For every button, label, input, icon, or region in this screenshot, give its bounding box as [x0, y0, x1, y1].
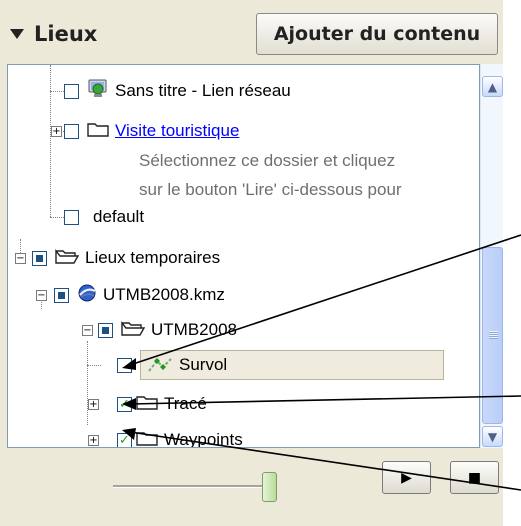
playback-bar: ▶ ■ — [0, 448, 503, 526]
slider-thumb[interactable] — [262, 472, 277, 502]
tree-item-label: UTMB2008.kmz — [103, 285, 225, 304]
scroll-grip — [489, 331, 498, 339]
tree-line — [50, 91, 64, 92]
folder-icon — [136, 430, 158, 447]
folder-icon — [136, 394, 158, 414]
open-folder-icon — [121, 320, 146, 340]
tree-item-label: Tracé — [164, 394, 207, 413]
checkbox[interactable] — [117, 357, 132, 373]
stop-icon: ■ — [467, 469, 482, 486]
tree-item-default[interactable]: default — [64, 202, 144, 232]
collapse-icon[interactable]: − — [82, 325, 93, 336]
checkbox[interactable] — [64, 123, 79, 139]
chevron-down-icon: ▼ — [487, 429, 498, 444]
add-content-label: Ajouter du contenu — [273, 23, 481, 45]
tree-line — [87, 365, 101, 366]
add-content-button[interactable]: Ajouter du contenu — [256, 13, 498, 55]
tree-item-label: Lieux temporaires — [85, 248, 221, 267]
tree-item-utmb2008-kmz[interactable]: UTMB2008.kmz — [54, 280, 225, 310]
panel-header: Lieux Ajouter du contenu — [0, 0, 503, 64]
tree-item-waypoints[interactable]: ✓ Waypoints — [117, 425, 243, 448]
places-tree[interactable]: Sans titre - Lien réseau + Visite touris… — [7, 64, 480, 448]
play-button[interactable]: ▶ — [382, 461, 431, 494]
tour-icon — [147, 355, 173, 375]
tree-item-visite-touristique[interactable]: Visite touristique — [64, 116, 239, 146]
checkbox[interactable] — [54, 287, 69, 303]
network-link-icon — [87, 79, 109, 103]
tree-item-label: UTMB2008 — [151, 320, 237, 339]
checkbox[interactable] — [98, 322, 113, 338]
tree-item-label[interactable]: Visite touristique — [115, 121, 239, 141]
selected-highlight: Survol — [140, 350, 444, 380]
expand-icon[interactable]: + — [88, 399, 99, 410]
scroll-thumb[interactable] — [482, 247, 503, 424]
checkbox[interactable]: ✓ — [117, 432, 132, 447]
scroll-up-button[interactable]: ▲ — [482, 76, 503, 97]
places-panel: Lieux Ajouter du contenu Sans titre - Li… — [0, 0, 503, 526]
tree-item-survol[interactable]: Survol — [117, 350, 444, 380]
places-tab[interactable]: Lieux — [2, 14, 97, 54]
tree-item-utmb2008[interactable]: UTMB2008 — [98, 315, 237, 345]
checkbox[interactable] — [64, 209, 79, 225]
expand-icon[interactable]: + — [51, 126, 62, 137]
tree-item-label: Survol — [179, 355, 228, 374]
open-folder-icon — [55, 248, 80, 268]
tree-scrollbar[interactable]: ▲ ▼ — [480, 64, 503, 448]
play-icon: ▶ — [401, 469, 412, 486]
tree-item-sans-titre[interactable]: Sans titre - Lien réseau — [64, 76, 291, 106]
checkbox[interactable]: ✓ — [117, 396, 132, 412]
checkbox[interactable] — [64, 83, 79, 99]
scroll-down-button[interactable]: ▼ — [482, 426, 503, 447]
folder-description-line2: sur le bouton 'Lire' ci-dessous pour — [139, 180, 402, 199]
chevron-up-icon: ▲ — [487, 79, 498, 94]
tree-line — [50, 217, 64, 218]
places-tab-label: Lieux — [34, 22, 98, 46]
tree-item-trace[interactable]: ✓ Tracé — [117, 389, 207, 419]
collapse-icon[interactable]: − — [36, 290, 47, 301]
collapse-triangle-icon[interactable] — [10, 29, 24, 39]
tree-line — [87, 341, 88, 425]
folder-icon — [87, 121, 109, 141]
tree-item-label: Sans titre - Lien réseau — [115, 81, 291, 100]
checkbox[interactable] — [32, 250, 47, 266]
kmz-globe-icon — [77, 283, 97, 307]
folder-description-line1: Sélectionnez ce dossier et cliquez — [139, 151, 396, 170]
tree-item-label: default — [93, 207, 145, 226]
expand-icon[interactable]: + — [88, 435, 99, 446]
collapse-icon[interactable]: − — [15, 253, 26, 264]
stop-button[interactable]: ■ — [450, 461, 499, 494]
tree-item-label: Waypoints — [164, 430, 243, 448]
tree-line — [50, 65, 51, 217]
tour-speed-slider[interactable] — [113, 485, 268, 488]
tree-item-lieux-temporaires[interactable]: Lieux temporaires — [32, 243, 220, 273]
